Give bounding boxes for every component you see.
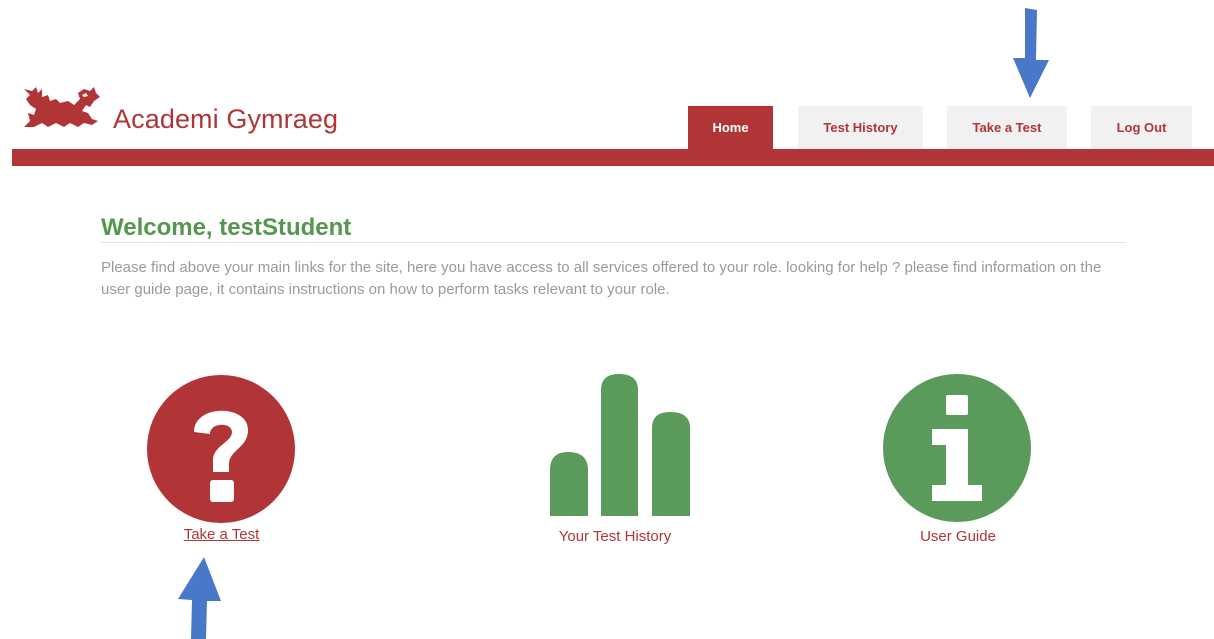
page-title: Welcome, testStudent [101,214,352,241]
tab-take-a-test[interactable]: Take a Test [947,106,1067,149]
annotation-arrow-down-icon [1013,8,1049,98]
intro-text: Please find above your main links for th… [101,259,1102,298]
tab-test-history[interactable]: Test History [798,106,923,149]
tile-user-guide[interactable]: User Guide [868,373,1048,549]
tab-log-out[interactable]: Log Out [1091,106,1192,149]
question-circle-icon[interactable] [146,374,296,524]
bar-chart-icon[interactable] [548,370,694,516]
brand-name[interactable]: Academi Gymraeg [113,104,338,135]
user-guide-label[interactable]: User Guide [868,528,1048,545]
take-a-test-link[interactable]: Take a Test [130,526,313,543]
info-circle-icon[interactable] [882,373,1032,523]
nav-bar [12,149,1214,166]
welsh-dragon-icon[interactable] [20,83,102,131]
test-history-label[interactable]: Your Test History [520,528,710,545]
title-divider [101,242,1126,243]
tile-take-a-test[interactable]: Take a Test [130,374,313,549]
tab-home[interactable]: Home [688,106,773,149]
tile-test-history[interactable]: Your Test History [520,370,710,550]
annotation-arrow-up-icon [178,557,221,639]
